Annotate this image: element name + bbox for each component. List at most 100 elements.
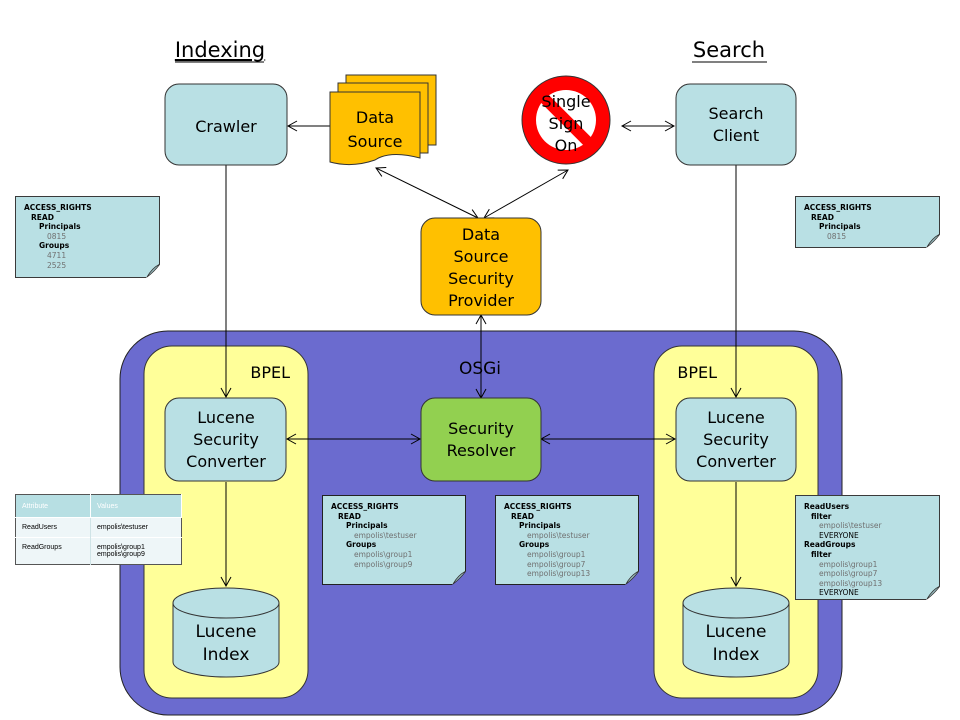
search-resolved-rights-note: ACCESS_RIGHTS READ Principals empolis\te… [495,495,639,585]
note-group: empolis\group1 [354,549,413,559]
index-right-label-1: Lucene [706,622,767,642]
lucene-index-left[interactable]: Lucene Index [172,587,280,678]
lsc-left-label-2: Security [193,430,259,449]
lsc-right-label-1: Lucene [707,408,764,427]
values-cell: empolis\testuser [90,517,182,538]
page-curl-icon [926,234,940,248]
lucene-security-converter-left[interactable]: Lucene Security Converter [164,397,287,482]
note-principals-label: Principals [39,222,81,232]
note-perm: READ [511,511,534,521]
note-group: empolis\group9 [354,559,413,569]
bpel-left-label: BPEL [250,363,290,382]
value: empolis\group1 [96,544,145,551]
data-source-label-1: Data [356,108,394,127]
dssp-label-1: Data [462,225,500,244]
query-filter-note: ReadUsers filter empolis\testuser EVERYO… [795,495,940,600]
search-client-label-2: Client [713,126,759,145]
index-left-label-2: Index [203,645,250,665]
osgi-label: OSGi [459,359,501,379]
note-group: empolis\group7 [819,569,878,579]
lsc-right-label-3: Converter [696,452,776,471]
lucene-security-converter-right[interactable]: Lucene Security Converter [675,397,797,482]
note-root: ACCESS_RIGHTS [331,502,399,511]
value: empolis\testuser [96,524,148,531]
note-principals-label: Principals [519,521,561,531]
sso-label-1: Single [541,92,590,111]
note-groups-label: Groups [39,241,70,251]
attribute-cell: ReadUsers [15,517,91,538]
note-group: empolis\group1 [527,549,586,559]
crawler-node[interactable]: Crawler [164,83,288,166]
resolver-label-2: Resolver [447,441,516,460]
lucene-index-right[interactable]: Lucene Index [682,587,790,678]
note-principal: empolis\testuser [354,530,417,540]
table-row: ReadUsers empolis\testuser [15,517,182,538]
page-curl-icon [625,571,639,585]
data-source-label-2: Source [348,132,403,151]
data-source-node[interactable]: Data Source [329,74,437,166]
resolver-label-1: Security [448,419,514,438]
note-principals-label: Principals [819,222,861,232]
dssp-label-4: Provider [448,291,514,310]
note-filter-label: filter [811,549,832,559]
dssp-label-3: Security [448,269,514,288]
note-groups-label: ReadGroups [804,540,856,550]
note-root: ACCESS_RIGHTS [24,203,92,212]
note-group: 2525 [47,260,67,270]
client-access-rights-note: ACCESS_RIGHTS READ Principals 0815 [795,196,940,248]
note-everyone: EVERYONE [819,588,859,598]
values-cell: empolis\group1 empolis\group9 [90,537,182,565]
search-client-node[interactable]: Search Client [675,83,797,166]
note-principal: empolis\testuser [527,530,590,540]
table-row: ReadGroups empolis\group1 empolis\group9 [15,537,182,565]
note-users-label: ReadUsers [804,502,850,511]
sso-label-3: On [555,136,578,155]
column-header-values: Values [90,494,183,518]
note-groups-label: Groups [519,540,550,550]
note-perm: READ [811,212,834,222]
security-resolver-node[interactable]: Security Resolver [420,397,542,482]
column-header-attribute: Attribute [15,494,91,518]
crawler-access-rights-note: ACCESS_RIGHTS READ Principals 0815 Group… [15,196,160,278]
single-sign-on-node[interactable]: Single Sign On [521,75,611,165]
note-root: ACCESS_RIGHTS [504,502,572,511]
note-user: empolis\testuser [819,521,882,531]
page-curl-icon [452,571,466,585]
search-client-label-1: Search [709,104,764,123]
architecture-diagram: OSGi BPEL BPEL Indexing Search Crawler D… [119,38,843,716]
lsc-left-label-1: Lucene [197,408,254,427]
lsc-left-label-3: Converter [186,452,266,471]
dssp-label-2: Source [454,247,509,266]
sso-to-dssp-arrow [483,169,569,219]
note-principal: 0815 [47,231,67,241]
data-source-security-provider-node[interactable]: Data Source Security Provider [420,217,542,316]
note-group: 4711 [47,250,67,260]
page-curl-icon [146,264,160,278]
bpel-right-label: BPEL [677,363,717,382]
note-principals-label: Principals [346,521,388,531]
note-group: empolis\group1 [819,559,878,569]
index-left-label-1: Lucene [196,622,257,642]
index-right-label-2: Index [713,645,760,665]
search-heading: Search [693,38,765,62]
sso-label-2: Sign [549,114,584,133]
note-groups-label: Groups [346,540,377,550]
note-root: ACCESS_RIGHTS [804,203,872,212]
index-attributes-table: Attribute Values ReadUsers empolis\testu… [15,494,183,565]
note-perm: READ [338,511,361,521]
lsc-right-label-2: Security [703,430,769,449]
note-principal: 0815 [827,231,847,241]
indexing-resolved-rights-note: ACCESS_RIGHTS READ Principals empolis\te… [322,495,466,585]
indexing-heading: Indexing [175,38,265,62]
table-header-row: Attribute Values [15,494,183,518]
note-group: empolis\group13 [527,569,591,579]
note-everyone: EVERYONE [819,530,859,540]
page-curl-icon [926,586,940,600]
ds-to-dssp-arrow [375,166,479,220]
note-group: empolis\group7 [527,559,586,569]
crawler-label: Crawler [195,117,257,136]
note-group: empolis\group13 [819,578,883,588]
note-filter-label: filter [811,511,832,521]
note-perm: READ [31,212,54,222]
value: empolis\group9 [96,551,145,558]
